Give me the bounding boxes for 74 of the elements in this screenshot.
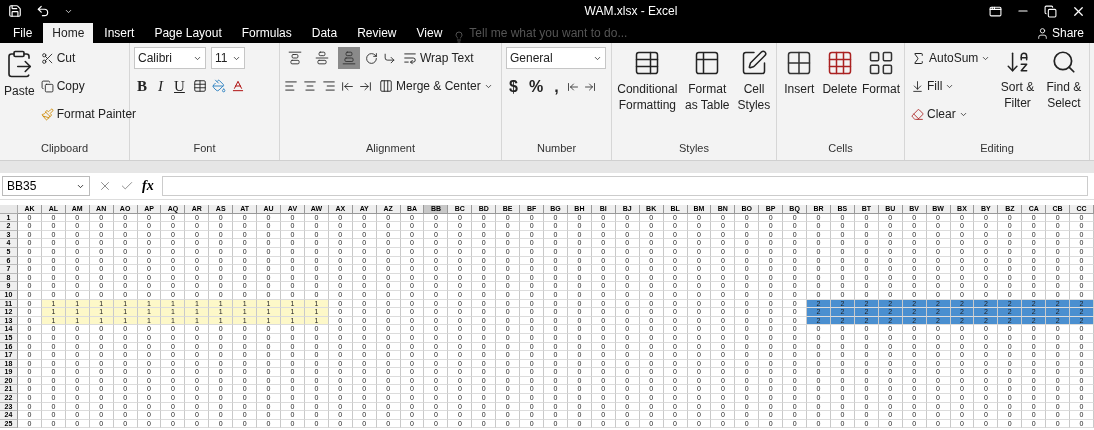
group-label: Cells xyxy=(827,142,854,156)
ribbon-tab[interactable]: Formulas xyxy=(232,23,301,43)
person-icon xyxy=(1035,26,1049,40)
eraser-icon xyxy=(911,107,924,121)
merge-cells-icon xyxy=(379,79,393,93)
name-box[interactable]: BB35 xyxy=(2,176,90,196)
bottom-align-icon xyxy=(342,51,356,65)
style-button[interactable]: Cell Styles xyxy=(735,47,772,116)
find-select-button[interactable]: Find & Select xyxy=(1042,47,1085,114)
underline-button[interactable]: U xyxy=(171,75,188,97)
sort-filter-button[interactable]: Sort & Filter xyxy=(996,47,1039,114)
vertical-align-button[interactable] xyxy=(338,47,360,69)
align-right-icon xyxy=(322,79,336,93)
align-left-icon xyxy=(284,79,298,93)
align-center-icon xyxy=(303,79,317,93)
ribbon-tab[interactable]: Home xyxy=(43,23,94,43)
style-button[interactable]: Conditional Formatting xyxy=(616,47,679,116)
currency-button[interactable]: $ xyxy=(506,75,521,99)
autosum-button[interactable]: AutoSum xyxy=(909,47,993,69)
cells-button[interactable]: Format xyxy=(862,47,900,100)
cancel-icon xyxy=(98,179,112,193)
group-label: Editing xyxy=(979,142,1015,156)
copy-icon xyxy=(40,79,54,93)
enter-icon xyxy=(120,179,134,193)
comma-button[interactable]: , xyxy=(551,75,562,99)
restore-icon[interactable] xyxy=(1044,4,1057,18)
lightbulb-icon xyxy=(453,31,466,43)
search-icon xyxy=(1050,49,1077,75)
cells-button[interactable]: Insert xyxy=(781,47,818,100)
ribbon-display-icon[interactable] xyxy=(989,4,1002,18)
down-arrow-icon xyxy=(911,79,924,93)
tell-me-field[interactable]: Tell me what you want to do... xyxy=(467,23,672,43)
group-label: Styles xyxy=(678,142,710,156)
top-align-icon xyxy=(288,51,302,65)
ribbon-tab[interactable]: Page Layout xyxy=(145,23,231,43)
paintbrush-icon xyxy=(40,107,54,121)
italic-button[interactable]: I xyxy=(155,75,166,97)
bold-button[interactable]: B xyxy=(134,75,150,97)
merge-center-button[interactable]: Merge & Center xyxy=(377,75,495,97)
insert-function-button[interactable]: fx xyxy=(142,178,154,194)
ribbon-tab[interactable]: View xyxy=(407,23,452,43)
fill-button[interactable]: Fill xyxy=(909,75,993,97)
sigma-icon xyxy=(911,50,926,66)
scissors-icon xyxy=(40,51,54,65)
group-label: Number xyxy=(535,142,578,156)
font-name-field[interactable]: Calibri xyxy=(134,47,206,69)
font-size-field[interactable]: 11 xyxy=(211,47,245,69)
middle-align-icon xyxy=(315,51,329,65)
group-label: Clipboard xyxy=(39,142,90,156)
wrap-text-icon xyxy=(403,51,417,65)
save-icon[interactable] xyxy=(8,4,22,18)
borders-icon xyxy=(192,79,207,93)
format-painter-button[interactable]: Format Painter xyxy=(38,103,139,125)
fill-color-icon xyxy=(211,79,226,93)
font-color-icon xyxy=(230,79,245,93)
window-title: WAM.xlsx - Excel xyxy=(583,4,679,18)
group-label: Font xyxy=(192,142,217,156)
share-button[interactable]: Share xyxy=(1029,23,1090,43)
ribbon-tab[interactable]: File xyxy=(4,23,42,43)
style-button[interactable]: Format as Table xyxy=(682,47,732,116)
ribbon-tab[interactable]: Data xyxy=(302,23,347,43)
paste-button[interactable]: Paste xyxy=(4,47,35,102)
ribbon-tab[interactable]: Insert xyxy=(95,23,144,43)
ribbon-tab[interactable]: Review xyxy=(348,23,406,43)
increase-indent-icon xyxy=(359,79,372,93)
clear-button[interactable]: Clear xyxy=(909,103,993,125)
decrease-indent-icon xyxy=(341,79,354,93)
percent-button[interactable]: % xyxy=(525,75,547,99)
formula-field[interactable] xyxy=(161,176,1088,196)
undo-icon[interactable] xyxy=(36,4,50,18)
wrap-text-button[interactable]: Wrap Text xyxy=(401,47,476,69)
cells-button[interactable]: Delete xyxy=(821,47,858,100)
number-format-field[interactable]: General xyxy=(506,47,606,69)
group-label: Alignment xyxy=(365,142,416,156)
